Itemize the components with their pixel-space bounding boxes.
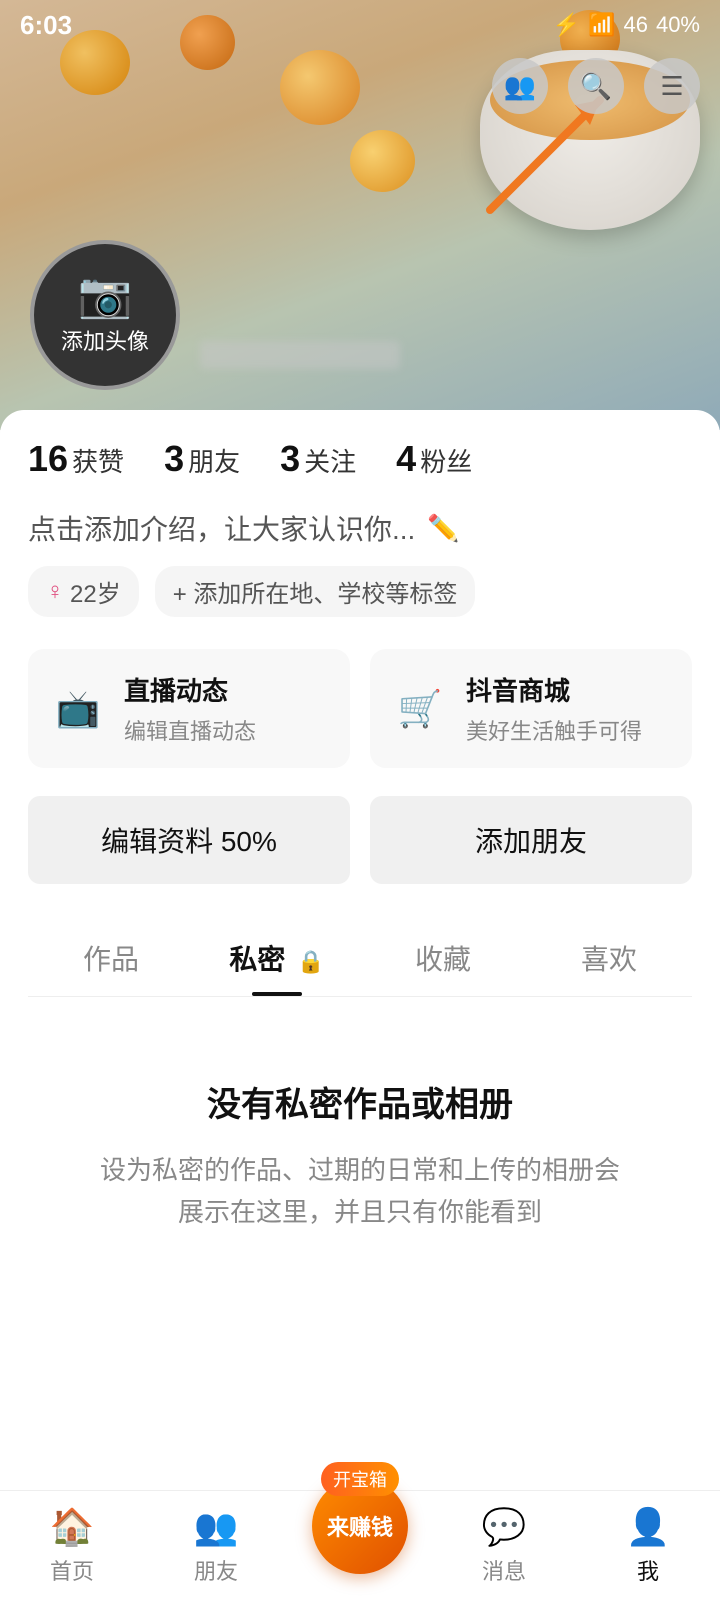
shop-feature-card[interactable]: 🛒 抖音商城 美好生活触手可得 — [370, 649, 692, 768]
live-subtitle: 编辑直播动态 — [124, 714, 256, 746]
banner: 👥 🔍 ☰ 📷 添加头像 — [0, 0, 720, 430]
live-feature-card[interactable]: 📺 直播动态 编辑直播动态 — [28, 649, 350, 768]
status-time: 6:03 — [20, 10, 72, 41]
nav-earn-money[interactable]: 开宝箱 来赚钱 — [288, 1471, 432, 1581]
fruit-6 — [350, 130, 415, 192]
live-icon: 📺 — [48, 679, 108, 739]
avatar-section: 📷 添加头像 — [30, 240, 180, 390]
edit-bio-icon: ✏️ — [427, 513, 459, 544]
live-title: 直播动态 — [124, 671, 256, 708]
messages-label: 消息 — [482, 1554, 526, 1586]
friends-label: 朋友 — [188, 442, 240, 479]
main-card: 16 获赞 3 朋友 3 关注 4 粉丝 点击添加介绍，让大家认识你... ✏️… — [0, 410, 720, 1510]
nav-me[interactable]: 👤 我 — [576, 1506, 720, 1586]
add-avatar-label: 添加头像 — [61, 324, 149, 356]
age-tag: ♀ 22岁 — [28, 566, 139, 617]
banner-icons: 👥 🔍 ☰ — [492, 58, 700, 114]
shop-icon: 🛒 — [390, 679, 450, 739]
camera-icon: 📷 — [78, 274, 133, 318]
me-label: 我 — [637, 1554, 659, 1586]
status-bar: 6:03 ⚡ 📶 46 40% — [0, 0, 720, 50]
tab-private[interactable]: 私密 🔒 — [194, 916, 360, 996]
nav-home[interactable]: 🏠 首页 — [0, 1506, 144, 1586]
add-tag-button[interactable]: + 添加所在地、学校等标签 — [155, 566, 476, 617]
username-blur — [200, 341, 400, 369]
menu-button[interactable]: ☰ — [644, 58, 700, 114]
home-icon: 🏠 — [50, 1506, 95, 1548]
bottom-nav: 🏠 首页 👥 朋友 开宝箱 来赚钱 💬 消息 👤 我 — [0, 1490, 720, 1600]
stat-friends[interactable]: 3 朋友 — [164, 438, 240, 480]
friends-button[interactable]: 👥 — [492, 58, 548, 114]
earn-top-tag: 开宝箱 — [321, 1462, 399, 1496]
tabs-row: 作品 私密 🔒 收藏 喜欢 — [28, 916, 692, 997]
home-label: 首页 — [50, 1554, 94, 1586]
add-friend-button[interactable]: 添加朋友 — [370, 796, 692, 884]
action-buttons: 编辑资料 50% 添加朋友 — [28, 796, 692, 884]
tab-likes-label: 喜欢 — [581, 944, 637, 975]
stats-row: 16 获赞 3 朋友 3 关注 4 粉丝 — [28, 438, 692, 480]
earn-circle: 开宝箱 来赚钱 — [312, 1478, 408, 1574]
tab-likes[interactable]: 喜欢 — [526, 916, 692, 996]
search-button[interactable]: 🔍 — [568, 58, 624, 114]
shop-feature-text: 抖音商城 美好生活触手可得 — [466, 671, 642, 746]
battery-icon: 40% — [656, 12, 700, 38]
wifi-icon: 📶 — [588, 12, 615, 38]
edit-profile-button[interactable]: 编辑资料 50% — [28, 796, 350, 884]
nav-friends[interactable]: 👥 朋友 — [144, 1506, 288, 1586]
following-count: 3 — [280, 438, 300, 480]
followers-label: 粉丝 — [420, 442, 472, 479]
feature-cards: 📺 直播动态 编辑直播动态 🛒 抖音商城 美好生活触手可得 — [28, 649, 692, 768]
age-label: 22岁 — [70, 574, 121, 609]
tab-works[interactable]: 作品 — [28, 916, 194, 996]
earn-badge: 开宝箱 来赚钱 — [305, 1471, 415, 1581]
tab-favorites[interactable]: 收藏 — [360, 916, 526, 996]
earn-label: 来赚钱 — [327, 1510, 393, 1542]
empty-desc: 设为私密的作品、过期的日常和上传的相册会展示在这里，并且只有你能看到 — [88, 1150, 632, 1233]
nav-messages[interactable]: 💬 消息 — [432, 1506, 576, 1586]
following-label: 关注 — [304, 442, 356, 479]
messages-icon: 💬 — [482, 1506, 527, 1548]
stat-following[interactable]: 3 关注 — [280, 438, 356, 480]
tab-favorites-label: 收藏 — [415, 944, 471, 975]
friends-count: 3 — [164, 438, 184, 480]
female-icon: ♀ — [46, 578, 64, 606]
likes-label: 获赞 — [72, 442, 124, 479]
tags-row: ♀ 22岁 + 添加所在地、学校等标签 — [28, 566, 692, 617]
username-area — [200, 341, 400, 375]
empty-title: 没有私密作品或相册 — [207, 1077, 513, 1126]
tab-works-label: 作品 — [83, 944, 139, 975]
friends-nav-label: 朋友 — [194, 1554, 238, 1586]
me-icon: 👤 — [626, 1506, 671, 1548]
fruit-3 — [280, 50, 360, 125]
followers-count: 4 — [396, 438, 416, 480]
likes-count: 16 — [28, 438, 68, 480]
friends-nav-icon: 👥 — [194, 1506, 239, 1548]
lock-icon: 🔒 — [297, 949, 324, 974]
signal-icon: 46 — [623, 12, 647, 38]
shop-subtitle: 美好生活触手可得 — [466, 714, 642, 746]
bio-row[interactable]: 点击添加介绍，让大家认识你... ✏️ — [28, 508, 692, 548]
stat-followers[interactable]: 4 粉丝 — [396, 438, 472, 480]
bluetooth-icon: ⚡ — [553, 12, 580, 38]
status-icons: ⚡ 📶 46 40% — [553, 12, 700, 38]
shop-title: 抖音商城 — [466, 671, 642, 708]
stat-likes[interactable]: 16 获赞 — [28, 438, 124, 480]
add-avatar-button[interactable]: 📷 添加头像 — [30, 240, 180, 390]
tab-private-label: 私密 — [229, 944, 285, 975]
live-feature-text: 直播动态 编辑直播动态 — [124, 671, 256, 746]
empty-state: 没有私密作品或相册 设为私密的作品、过期的日常和上传的相册会展示在这里，并且只有… — [28, 997, 692, 1293]
add-tag-label: + 添加所在地、学校等标签 — [173, 574, 458, 609]
bio-text: 点击添加介绍，让大家认识你... — [28, 508, 415, 548]
